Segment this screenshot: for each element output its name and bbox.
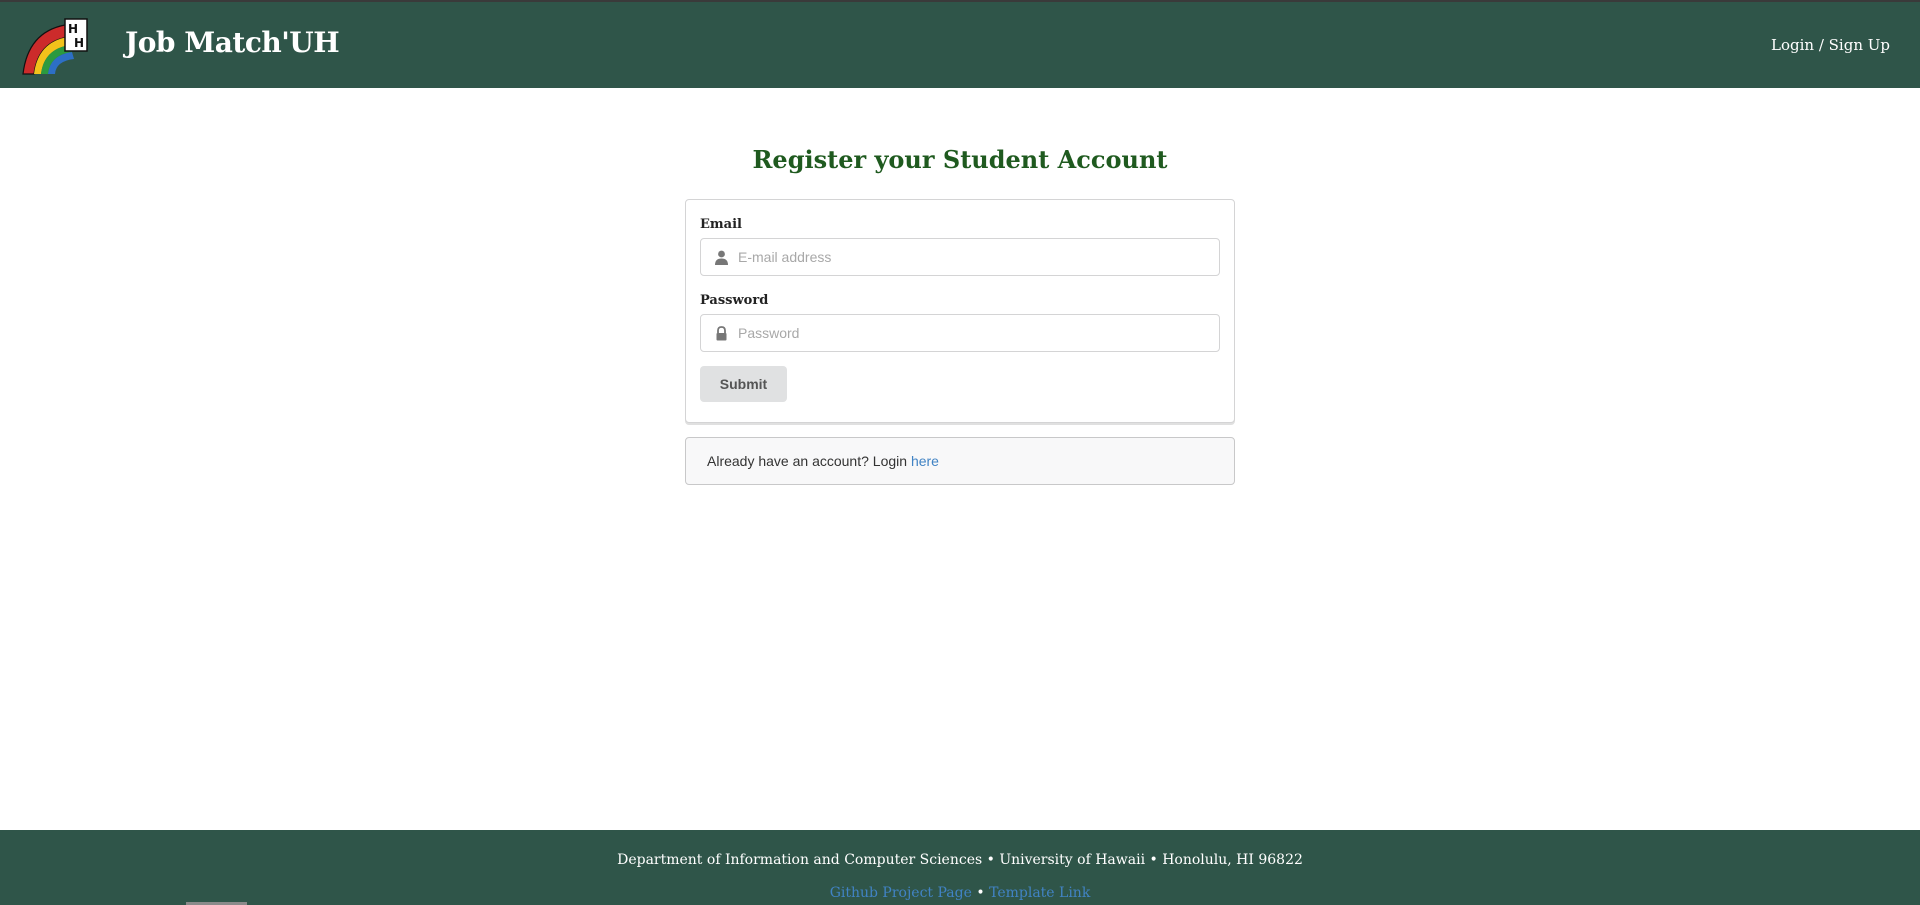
login-message: Already have an account? Login here <box>685 437 1235 485</box>
password-label: Password <box>700 293 769 308</box>
top-navbar: H H Job Match'UH Login / Sign Up <box>0 0 1920 88</box>
footer-links: Github Project Page • Template Link <box>0 885 1920 901</box>
login-signup-link[interactable]: Login / Sign Up <box>1771 36 1890 54</box>
email-label: Email <box>700 217 742 232</box>
submit-button[interactable]: Submit <box>700 366 787 402</box>
brand-title[interactable]: Job Match'UH <box>125 26 340 59</box>
user-icon <box>714 250 729 265</box>
login-here-link[interactable]: here <box>911 453 939 469</box>
rainbow-uh-logo-icon[interactable]: H H <box>20 17 90 77</box>
footer-separator: • <box>971 885 990 901</box>
page-title: Register your Student Account <box>752 145 1168 174</box>
footer-address: Department of Information and Computer S… <box>617 852 1303 868</box>
template-link[interactable]: Template Link <box>989 885 1090 901</box>
login-message-text: Already have an account? Login <box>707 453 911 469</box>
register-form-card: Email Password Submit <box>685 199 1235 423</box>
email-field-wrapper[interactable] <box>700 238 1220 276</box>
password-field-wrapper[interactable] <box>700 314 1220 352</box>
password-input[interactable] <box>738 315 1213 351</box>
github-project-link[interactable]: Github Project Page <box>830 885 972 901</box>
svg-text:H: H <box>68 22 78 36</box>
footer: Department of Information and Computer S… <box>0 830 1920 905</box>
email-input[interactable] <box>738 239 1213 275</box>
svg-text:H: H <box>74 36 84 50</box>
lock-icon <box>714 326 729 341</box>
